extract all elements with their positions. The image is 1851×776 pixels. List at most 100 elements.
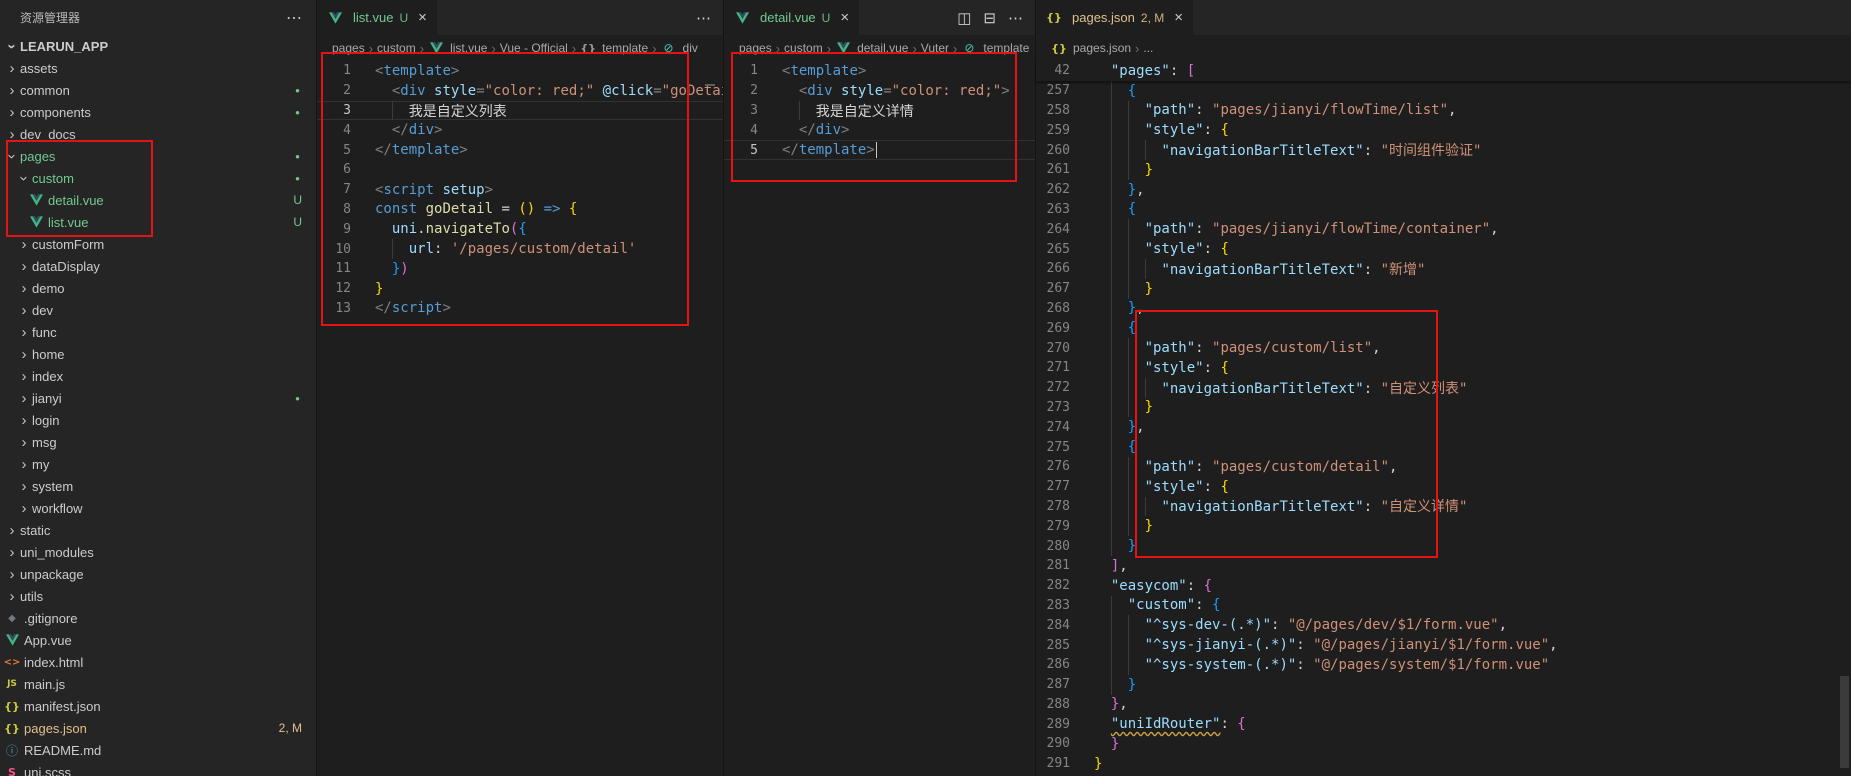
tree-file-detail.vue[interactable]: detail.vueU	[0, 189, 316, 211]
close-icon[interactable]: ×	[840, 9, 849, 26]
code-line-262: 262 },	[1036, 180, 1851, 200]
tree-folder-static[interactable]: ›static	[0, 519, 316, 541]
breadcrumb-item-template[interactable]: ⊘template	[961, 41, 1029, 55]
tree-file-uni.scss[interactable]: Suni.scss	[0, 761, 316, 776]
chevron-right-icon: ›	[16, 501, 32, 516]
code-text: "style": {	[1084, 479, 1229, 495]
tree-folder-dataDisplay[interactable]: ›dataDisplay	[0, 255, 316, 277]
item-label: home	[32, 347, 65, 362]
chevron-right-icon: ›	[16, 303, 32, 318]
tree-folder-utils[interactable]: ›utils	[0, 585, 316, 607]
tree-folder-home[interactable]: ›home	[0, 343, 316, 365]
code-text: "path": "pages/custom/list",	[1084, 340, 1381, 356]
tree-folder-system[interactable]: ›system	[0, 475, 316, 497]
item-label: assets	[20, 61, 58, 76]
code-text: <script setup>	[365, 182, 493, 198]
tree-folder-my[interactable]: ›my	[0, 453, 316, 475]
breadcrumb-item-pages.json[interactable]: {}pages.json	[1051, 41, 1131, 55]
item-label: workflow	[32, 501, 83, 516]
more-actions-icon[interactable]: ⋯	[696, 9, 711, 27]
tab-label: list.vue	[353, 10, 393, 25]
tree-file-README.md[interactable]: ⓘREADME.md	[0, 739, 316, 761]
tab-pages.json[interactable]: {}pages.json2, M×	[1036, 0, 1193, 35]
chevron-right-icon: ›	[16, 413, 32, 428]
tree-file-.gitignore[interactable]: ◆.gitignore	[0, 607, 316, 629]
line-number: 12	[317, 281, 365, 296]
tab-list.vue[interactable]: list.vue U ×	[317, 0, 437, 35]
breadcrumb-item-...[interactable]: ...	[1143, 41, 1153, 55]
tree-folder-dev[interactable]: ›dev	[0, 299, 316, 321]
tree-folder-assets[interactable]: ›assets	[0, 57, 316, 79]
toggle-layout-icon[interactable]: ⊟	[983, 9, 996, 27]
line-number: 264	[1036, 222, 1084, 237]
breadcrumb-separator: ›	[912, 41, 916, 56]
breadcrumb-separator: ›	[776, 41, 780, 56]
breadcrumb-item-custom[interactable]: custom	[377, 41, 416, 55]
tree-folder-workflow[interactable]: ›workflow	[0, 497, 316, 519]
chevron-right-icon: ›	[16, 369, 32, 384]
breadcrumb-item-vuter[interactable]: Vuter	[921, 41, 949, 55]
tree-file-App.vue[interactable]: App.vue	[0, 629, 316, 651]
breadcrumb-item-pages[interactable]: pages	[739, 41, 772, 55]
tree-folder-dev_docs[interactable]: ›dev_docs	[0, 123, 316, 145]
line-number: 274	[1036, 420, 1084, 435]
tree-file-index.html[interactable]: <>index.html	[0, 651, 316, 673]
line-number: 273	[1036, 400, 1084, 415]
tree-folder-login[interactable]: ›login	[0, 409, 316, 431]
close-icon[interactable]: ×	[418, 9, 427, 26]
chevron-right-icon: ›	[4, 545, 20, 560]
tree-folder-common[interactable]: ›common●	[0, 79, 316, 101]
tree-folder-unpackage[interactable]: ›unpackage	[0, 563, 316, 585]
more-actions-icon[interactable]: ⋯	[1008, 9, 1023, 27]
tree-root-folder[interactable]: › LEARUN_APP	[0, 35, 316, 57]
tree-file-main.js[interactable]: JSmain.js	[0, 673, 316, 695]
tree-file-pages.json[interactable]: {}pages.json2, M	[0, 717, 316, 739]
tree-folder-components[interactable]: ›components●	[0, 101, 316, 123]
explorer-more-actions-icon[interactable]: ⋯	[286, 8, 302, 28]
code-text: "pages": [	[1084, 63, 1195, 79]
tree-folder-jianyi[interactable]: ›jianyi●	[0, 387, 316, 409]
breadcrumb-item-list.vue[interactable]: list.vue	[428, 41, 487, 55]
code-text: }	[1084, 399, 1153, 415]
item-label: msg	[32, 435, 57, 450]
code-line-279: 279 }	[1036, 516, 1851, 536]
tree-file-manifest.json[interactable]: {}manifest.json	[0, 695, 316, 717]
tree-folder-pages[interactable]: ›pages●	[0, 145, 316, 167]
tree-folder-demo[interactable]: ›demo	[0, 277, 316, 299]
tree-folder-index[interactable]: ›index	[0, 365, 316, 387]
breadcrumb-item-template[interactable]: {}template	[580, 41, 648, 55]
close-icon[interactable]: ×	[1174, 9, 1183, 26]
item-label: jianyi	[32, 391, 62, 406]
code-line-4: 4 </div>	[724, 120, 1035, 140]
breadcrumb-item-div[interactable]: ⊘div	[661, 41, 698, 55]
tree-file-list.vue[interactable]: list.vueU	[0, 211, 316, 233]
code-text: "navigationBarTitleText": "新增"	[1084, 259, 1425, 279]
code-text: uni.navigateTo({	[365, 221, 527, 237]
info-icon: ⓘ	[4, 742, 20, 759]
tree-folder-msg[interactable]: ›msg	[0, 431, 316, 453]
line-number: 5	[317, 143, 365, 158]
tree-folder-uni_modules[interactable]: ›uni_modules	[0, 541, 316, 563]
tree-folder-custom[interactable]: ›custom●	[0, 167, 316, 189]
line-number: 283	[1036, 598, 1084, 613]
tab-detail.vue[interactable]: detail.vueU×	[724, 0, 859, 35]
editor-actions: ◫ ⊟ ⋯	[957, 0, 1035, 35]
code-line-10: 10 url: '/pages/custom/detail'	[317, 239, 723, 259]
item-label: uni.scss	[24, 765, 71, 776]
breadcrumb-item-vue-official[interactable]: Vue - Official	[500, 41, 568, 55]
tab-status-badge: U	[399, 11, 408, 25]
tree-folder-customForm[interactable]: ›customForm	[0, 233, 316, 255]
split-editor-icon[interactable]: ◫	[957, 9, 971, 27]
breadcrumb-item-pages[interactable]: pages	[332, 41, 365, 55]
code-editor[interactable]: 1<template>2 <div style="color: red;" @c…	[317, 61, 723, 318]
line-number: 275	[1036, 440, 1084, 455]
breadcrumb-item-custom[interactable]: custom	[784, 41, 823, 55]
breadcrumb-item-detail.vue[interactable]: detail.vue	[835, 41, 908, 55]
git-icon: ◆	[4, 613, 20, 624]
scrollbar-thumb[interactable]	[1840, 676, 1849, 768]
file-tree: ›assets›common●›components●›dev_docs›pag…	[0, 57, 316, 776]
tree-folder-func[interactable]: ›func	[0, 321, 316, 343]
code-editor[interactable]: 42 "pages": [257 {258 "path": "pages/jia…	[1036, 61, 1851, 774]
code-editor[interactable]: 1<template>2 <div style="color: red;">3 …	[724, 61, 1035, 160]
code-text: {	[1084, 320, 1136, 336]
